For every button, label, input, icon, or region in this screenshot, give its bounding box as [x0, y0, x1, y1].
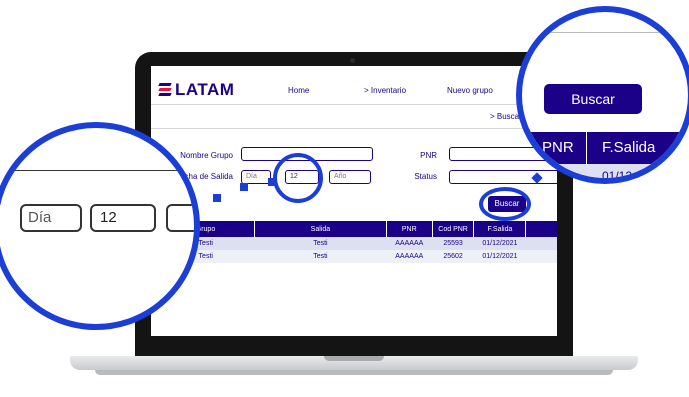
cell-salida: Testi — [254, 237, 387, 250]
table-row[interactable]: Testi Testi AAAAAA 25602 01/12/2021 — [157, 250, 557, 263]
mes-highlight-ring — [273, 153, 323, 203]
latam-logo-icon — [158, 82, 172, 98]
brand-name: LATAM — [175, 80, 235, 99]
pnr-label: PNR — [420, 151, 437, 160]
nav-nuevo-grupo[interactable]: Nuevo grupo — [447, 86, 493, 95]
zoom-mes-field: 12 — [90, 204, 156, 232]
buscar-highlight-ring — [479, 187, 531, 221]
laptop-base-shadow — [95, 370, 613, 375]
header-salida: Salida — [254, 221, 387, 237]
zoom-buscar-button: Buscar — [544, 84, 642, 114]
subnav-divider — [151, 128, 557, 129]
header-pnr: PNR — [386, 221, 433, 237]
zoom-circle-right: Buscar PNR F.Salida 01/12 — [516, 6, 689, 184]
connector-dot — [240, 183, 248, 191]
laptop-notch — [324, 356, 384, 361]
cell-pnr: AAAAAA — [386, 250, 433, 263]
header-empty — [525, 221, 557, 237]
webcam-icon — [350, 58, 355, 63]
cell-pnr: AAAAAA — [386, 237, 433, 250]
cell-fsalida: 01/12/2021 — [473, 250, 526, 263]
nav-home[interactable]: Home — [288, 86, 309, 95]
connector-dot — [213, 194, 221, 202]
cell-cod-pnr: 25593 — [432, 237, 474, 250]
zoom-fsalida-header: F.Salida — [602, 139, 656, 156]
zoom-ano-field — [166, 204, 194, 232]
zoom-pnr-header: PNR — [542, 139, 574, 156]
cell-cod-pnr: 25602 — [432, 250, 474, 263]
nav-divider — [151, 104, 557, 105]
results-table: Grupo Salida PNR Cod PNR F.Salida Testi … — [157, 221, 557, 263]
cell-empty — [525, 237, 557, 250]
dia-input[interactable]: Día — [241, 170, 271, 184]
cell-fsalida: 01/12/2021 — [473, 237, 526, 250]
header-cod-pnr: Cod PNR — [432, 221, 475, 237]
ano-input[interactable]: Año — [329, 170, 371, 184]
connector-dot — [268, 178, 276, 186]
zoom-dia-field: Día — [20, 204, 82, 232]
cell-empty — [525, 250, 557, 263]
nav-inventario[interactable]: > Inventario — [364, 86, 406, 95]
cell-salida: Testi — [254, 250, 387, 263]
latam-logo: LATAM — [158, 80, 235, 100]
status-label: Status — [414, 172, 437, 181]
app-screen: LATAM Home > Inventario Nuevo grupo > Bu… — [151, 66, 557, 336]
header-fsalida: F.Salida — [473, 221, 527, 237]
table-header-row: Grupo Salida PNR Cod PNR F.Salida — [157, 221, 557, 237]
table-row[interactable]: Testi Testi AAAAAA 25593 01/12/2021 — [157, 237, 557, 250]
zoom-circle-left: Día 12 — [0, 122, 200, 330]
zoom-date-cell: 01/12 — [602, 169, 633, 183]
zoom-table-header: PNR F.Salida — [522, 132, 688, 164]
